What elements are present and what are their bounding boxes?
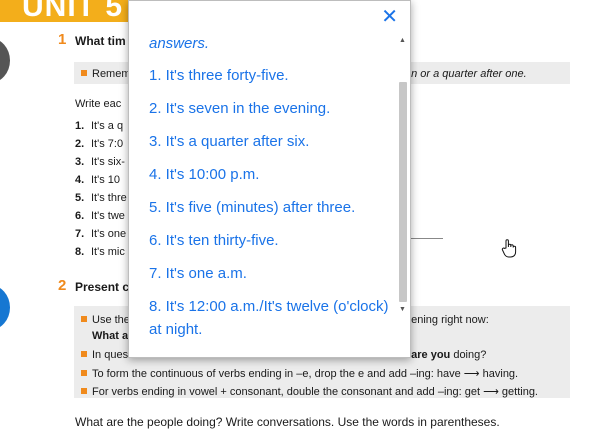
section-2-number: 2 — [58, 277, 67, 294]
answer-item: 2. It's seven in the evening. — [149, 100, 331, 117]
grammar-bullet-4: For verbs ending in vowel + consonant, d… — [81, 385, 538, 398]
scroll-up-icon[interactable]: ▲ — [398, 36, 407, 45]
grammar-bullet-1-line2: What a — [92, 330, 129, 342]
grammar-bullet-1: Use the — [81, 314, 130, 326]
remember-suffix: en or a quarter after one. — [405, 68, 527, 80]
unit-banner: UNIT 5 — [0, 0, 130, 22]
side-tab-blue[interactable] — [0, 285, 10, 330]
answers-popup[interactable]: ✕ answers. 1. It's three forty-five. 2. … — [128, 0, 411, 358]
popup-scrollbar[interactable]: ▲ ▼ — [398, 36, 407, 314]
section-2-instruction: What are the people doing? Write convers… — [75, 415, 500, 429]
scroll-thumb[interactable] — [399, 82, 407, 302]
grammar-bullet-1-suffix: pening right now: — [405, 314, 489, 326]
unit-title: UNIT 5 — [22, 0, 124, 22]
scroll-down-icon[interactable]: ▼ — [398, 305, 407, 314]
answer-item: 7. It's one a.m. — [149, 265, 247, 282]
exercise-item: 7. It's one — [75, 228, 127, 240]
grammar-bullet-2-suffix: t are you doing? — [405, 349, 487, 361]
exercise-item: 1. It's a q — [75, 120, 124, 132]
exercise-item: 6. It's twe — [75, 210, 125, 222]
side-tab-gray[interactable] — [0, 38, 10, 83]
section-1-instruction: Write eac — [75, 98, 122, 110]
exercise-item: 2. It's 7:0 — [75, 138, 124, 150]
remember-prefix: Remem — [81, 68, 131, 80]
answer-item: 3. It's a quarter after six. — [149, 133, 310, 150]
exercise-item: 4. It's 10 — [75, 174, 121, 186]
section-1-title: What tim — [75, 34, 126, 48]
grammar-bullet-3: To form the continuous of verbs ending i… — [81, 367, 518, 380]
answer-item: 5. It's five (minutes) after three. — [149, 199, 356, 216]
exercise-item: 8. It's mic — [75, 246, 125, 258]
answer-item: 8. It's 12:00 a.m./It's twelve (o'clock)… — [149, 298, 389, 338]
exercise-item: 3. It's six- — [75, 156, 125, 168]
hand-pointer-icon — [501, 239, 517, 258]
grammar-bullet-2: In ques — [81, 349, 128, 361]
close-icon[interactable]: ✕ — [381, 7, 398, 27]
answer-item: 6. It's ten thirty-five. — [149, 232, 279, 249]
exercise-item: 5. It's thre — [75, 192, 127, 204]
answer-item: 1. It's three forty-five. — [149, 67, 289, 84]
popup-header: answers. — [149, 35, 210, 52]
answer-item: 4. It's 10:00 p.m. — [149, 166, 260, 183]
section-1-number: 1 — [58, 31, 67, 48]
section-2-title: Present c — [75, 280, 130, 294]
